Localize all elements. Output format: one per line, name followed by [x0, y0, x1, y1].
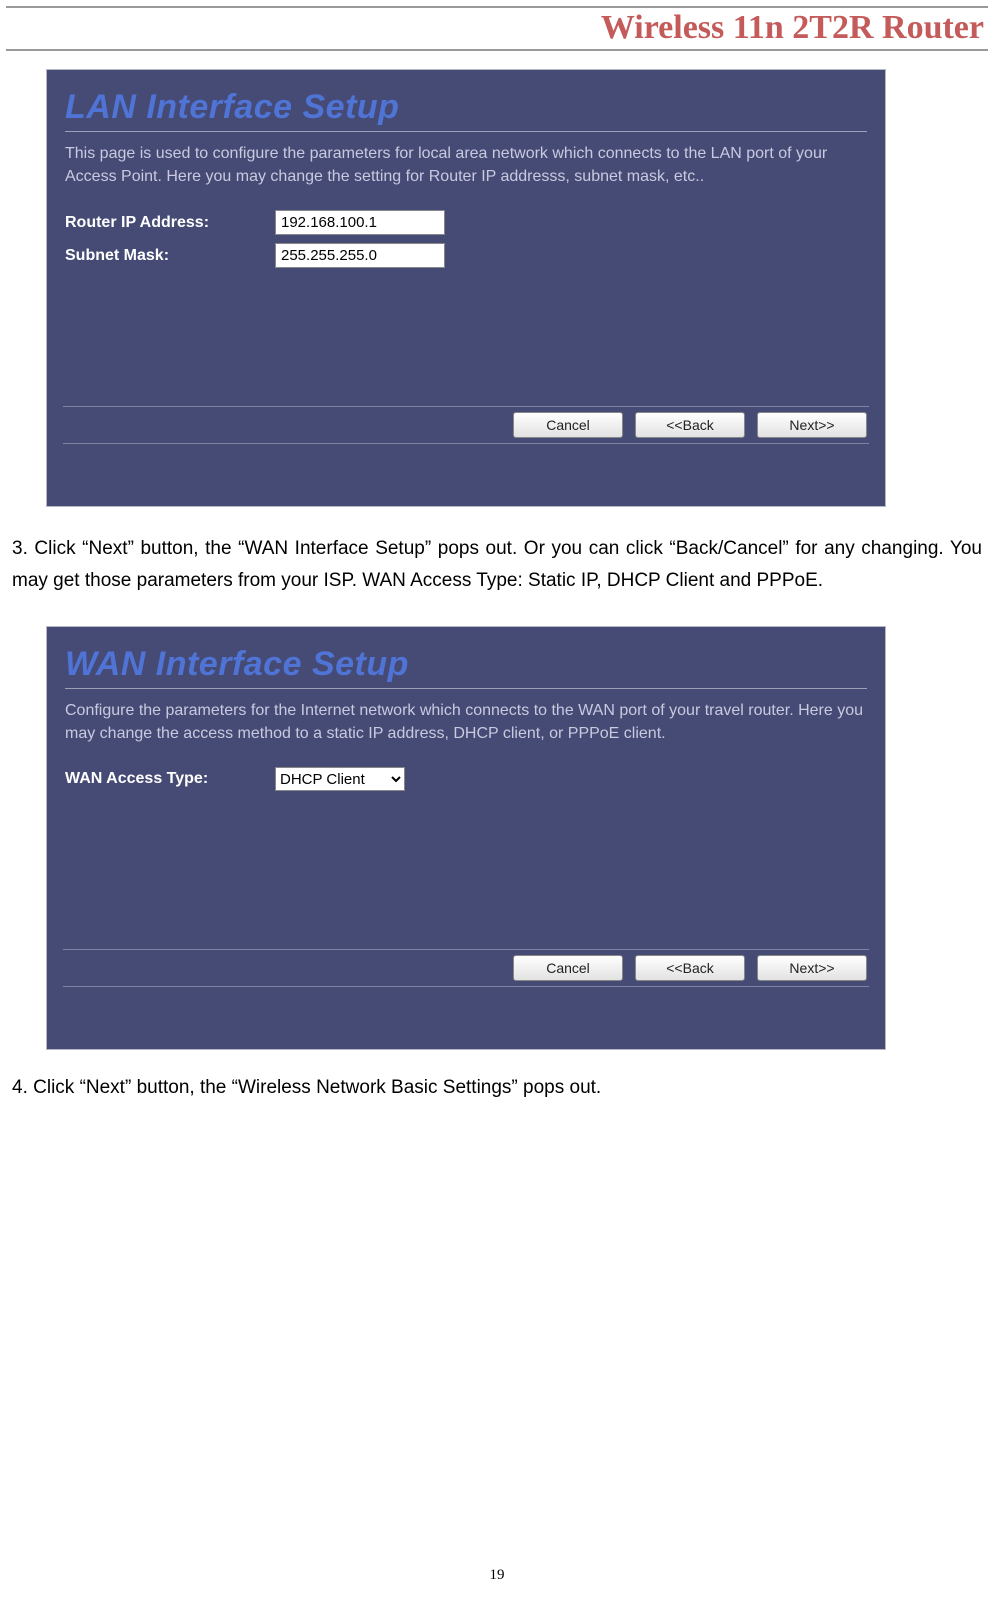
wan-interface-panel: WAN Interface Setup Configure the parame…: [46, 626, 886, 1050]
wan-access-type-select[interactable]: DHCP Client: [275, 767, 405, 791]
lan-panel-description: This page is used to configure the param…: [65, 142, 867, 188]
step-4-text: 4. Click “Next” button, the “Wireless Ne…: [6, 1050, 988, 1104]
wan-panel-title: WAN Interface Setup: [65, 645, 867, 684]
router-ip-label: Router IP Address:: [65, 214, 275, 232]
wan-access-type-label: WAN Access Type:: [65, 770, 275, 788]
subnet-mask-label: Subnet Mask:: [65, 247, 275, 265]
next-button[interactable]: Next>>: [757, 955, 867, 981]
lan-button-row: Cancel <<Back Next>>: [63, 406, 869, 444]
divider: [65, 688, 867, 689]
lan-interface-panel: LAN Interface Setup This page is used to…: [46, 69, 886, 507]
step-3-text: 3. Click “Next” button, the “WAN Interfa…: [6, 507, 988, 598]
back-button[interactable]: <<Back: [635, 955, 745, 981]
router-ip-input[interactable]: [275, 210, 445, 235]
cancel-button[interactable]: Cancel: [513, 412, 623, 438]
back-button[interactable]: <<Back: [635, 412, 745, 438]
lan-panel-title: LAN Interface Setup: [65, 88, 867, 127]
divider: [65, 131, 867, 132]
page-number: 19: [0, 1567, 994, 1584]
header-title: Wireless 11n 2T2R Router: [601, 9, 984, 46]
document-header: Wireless 11n 2T2R Router: [6, 6, 988, 51]
subnet-mask-input[interactable]: [275, 243, 445, 268]
cancel-button[interactable]: Cancel: [513, 955, 623, 981]
wan-panel-description: Configure the parameters for the Interne…: [65, 699, 867, 745]
wan-button-row: Cancel <<Back Next>>: [63, 949, 869, 987]
next-button[interactable]: Next>>: [757, 412, 867, 438]
